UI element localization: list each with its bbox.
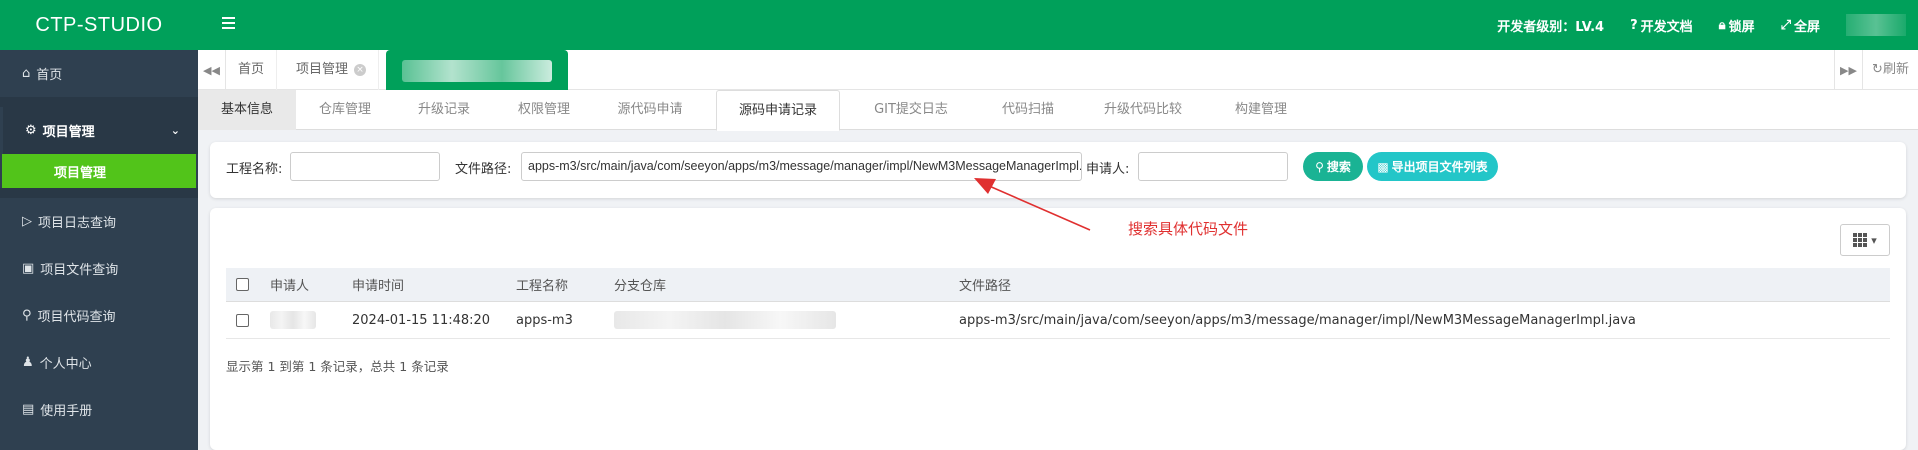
project-name-cell: apps-m3: [516, 312, 573, 328]
app-logo[interactable]: CTP-STUDIO: [0, 0, 198, 50]
sidebar: ⌂ 首页 ⚙ 项目管理 ⌄ 项目管理 ▷ 项目日志查询 ▣ 项目文件查询 ⚲ 项…: [0, 50, 198, 450]
page-tab-project-management[interactable]: 项目管理 ×: [284, 50, 380, 90]
column-header-project-name[interactable]: 工程名称: [516, 268, 568, 301]
sidebar-divider: [0, 188, 198, 198]
applicant-input[interactable]: [1138, 152, 1288, 181]
select-all-checkbox[interactable]: [236, 268, 249, 301]
redacted-tab-title: [402, 60, 552, 82]
person-icon: ♟: [22, 355, 34, 370]
tab-code-scan[interactable]: 代码扫描: [976, 90, 1080, 130]
top-right-toolbar: 开发者级别：LV.4 ? 开发文档 🔒︎ 锁屏 ⤢ 全屏: [1497, 0, 1918, 50]
annotation-text: 搜索具体代码文件: [1128, 220, 1249, 238]
file-path-label: 文件路径:: [455, 162, 512, 177]
sidebar-item-project-files[interactable]: ▣ 项目文件查询: [0, 245, 198, 292]
sidebar-item-project-management[interactable]: ⚙ 项目管理 ⌄: [0, 107, 198, 154]
refresh-button[interactable]: ↻刷新: [1862, 50, 1918, 90]
tab-source-request[interactable]: 源代码申请: [594, 90, 706, 130]
chevron-down-icon: ⌄: [170, 124, 180, 137]
menu-toggle-icon[interactable]: [222, 17, 236, 33]
tab-upgrade-code-compare[interactable]: 升级代码比较: [1080, 90, 1206, 130]
lock-icon: 🔒︎: [1718, 17, 1726, 33]
developer-level: 开发者级别：LV.4: [1497, 19, 1605, 35]
tab-basic-info[interactable]: 基本信息: [198, 90, 296, 130]
columns-toggle-button[interactable]: ▾: [1840, 224, 1890, 256]
fullscreen-button[interactable]: ⤢ 全屏: [1781, 16, 1820, 35]
applicant-cell-redacted: [270, 302, 316, 338]
sidebar-divider: [0, 97, 198, 107]
docs-link[interactable]: ? 开发文档: [1630, 16, 1693, 35]
close-icon[interactable]: ×: [354, 63, 367, 76]
expand-icon: ⤢: [1780, 17, 1791, 33]
refresh-icon: ↻: [1872, 62, 1883, 77]
search-icon: ⚲: [1315, 159, 1324, 174]
lock-screen-button[interactable]: 🔒︎ 锁屏: [1719, 16, 1755, 35]
play-square-icon: ▷: [22, 214, 32, 229]
tab-build-management[interactable]: 构建管理: [1206, 90, 1316, 130]
archive-icon: ▣: [22, 261, 35, 276]
sidebar-subitem-project-management[interactable]: 项目管理: [2, 154, 196, 188]
tab-git-commit-log[interactable]: GIT提交日志: [846, 90, 976, 130]
column-header-applicant[interactable]: 申请人: [270, 268, 309, 301]
project-name-input[interactable]: [290, 152, 440, 181]
export-file-list-button[interactable]: ▩ 导出项目文件列表: [1367, 152, 1498, 181]
tabs-scroll-right-icon[interactable]: ▶▶: [1834, 50, 1862, 90]
column-header-request-time[interactable]: 申请时间: [352, 268, 404, 301]
page-tab-home[interactable]: 首页: [226, 50, 278, 90]
home-icon: ⌂: [22, 66, 31, 81]
tab-upgrade-records[interactable]: 升级记录: [394, 90, 494, 130]
search-icon: ⚲: [22, 308, 32, 323]
grid-icon: [1853, 233, 1868, 247]
page-tab-active[interactable]: [386, 50, 568, 90]
question-circle-icon: ?: [1630, 17, 1638, 33]
table-row[interactable]: 2024-01-15 11:48:20 apps-m3 apps-m3/src/…: [226, 302, 1890, 339]
sidebar-item-home[interactable]: ⌂ 首页: [0, 50, 198, 97]
results-panel: ▾ 申请人 申请时间 工程名称 分支仓库 文件路径 2024-01-15 11:…: [210, 208, 1906, 450]
project-name-label: 工程名称:: [226, 162, 283, 177]
tab-source-request-records[interactable]: 源码申请记录: [716, 90, 840, 131]
detail-tabs: 基本信息 仓库管理 升级记录 权限管理 源代码申请 源码申请记录 GIT提交日志…: [198, 90, 1918, 131]
column-header-branch-repo[interactable]: 分支仓库: [614, 268, 666, 301]
gear-icon: ⚙: [25, 123, 37, 138]
search-button[interactable]: ⚲ 搜索: [1303, 152, 1363, 181]
tab-repo-management[interactable]: 仓库管理: [296, 90, 394, 130]
export-icon: ▩: [1377, 159, 1389, 174]
table-header: 申请人 申请时间 工程名称 分支仓库 文件路径: [226, 268, 1890, 302]
page-tabs-bar: ◀◀ 首页 项目管理 × ▶▶ ↻刷新: [198, 50, 1918, 90]
caret-down-icon: ▾: [1871, 233, 1877, 247]
pagination-info: 显示第 1 到第 1 条记录，总共 1 条记录: [226, 359, 449, 374]
sidebar-item-project-logs[interactable]: ▷ 项目日志查询: [0, 198, 198, 245]
top-bar: CTP-STUDIO 开发者级别：LV.4 ? 开发文档 🔒︎ 锁屏 ⤢ 全屏: [0, 0, 1918, 50]
document-icon: ▤: [22, 402, 35, 417]
branch-repo-cell-redacted: [614, 302, 836, 338]
tab-permissions[interactable]: 权限管理: [494, 90, 594, 130]
user-avatar[interactable]: [1846, 14, 1906, 36]
file-path-cell: apps-m3/src/main/java/com/seeyon/apps/m3…: [959, 312, 1636, 328]
sidebar-item-user-manual[interactable]: ▤ 使用手册: [0, 386, 198, 433]
annotation-arrow: [974, 178, 1091, 231]
request-time-cell: 2024-01-15 11:48:20: [352, 312, 491, 328]
sidebar-item-project-code[interactable]: ⚲ 项目代码查询: [0, 292, 198, 339]
sidebar-item-personal-center[interactable]: ♟ 个人中心: [0, 339, 198, 386]
column-header-file-path[interactable]: 文件路径: [959, 268, 1011, 301]
row-checkbox[interactable]: [236, 302, 249, 338]
tabs-scroll-left-icon[interactable]: ◀◀: [198, 50, 226, 90]
